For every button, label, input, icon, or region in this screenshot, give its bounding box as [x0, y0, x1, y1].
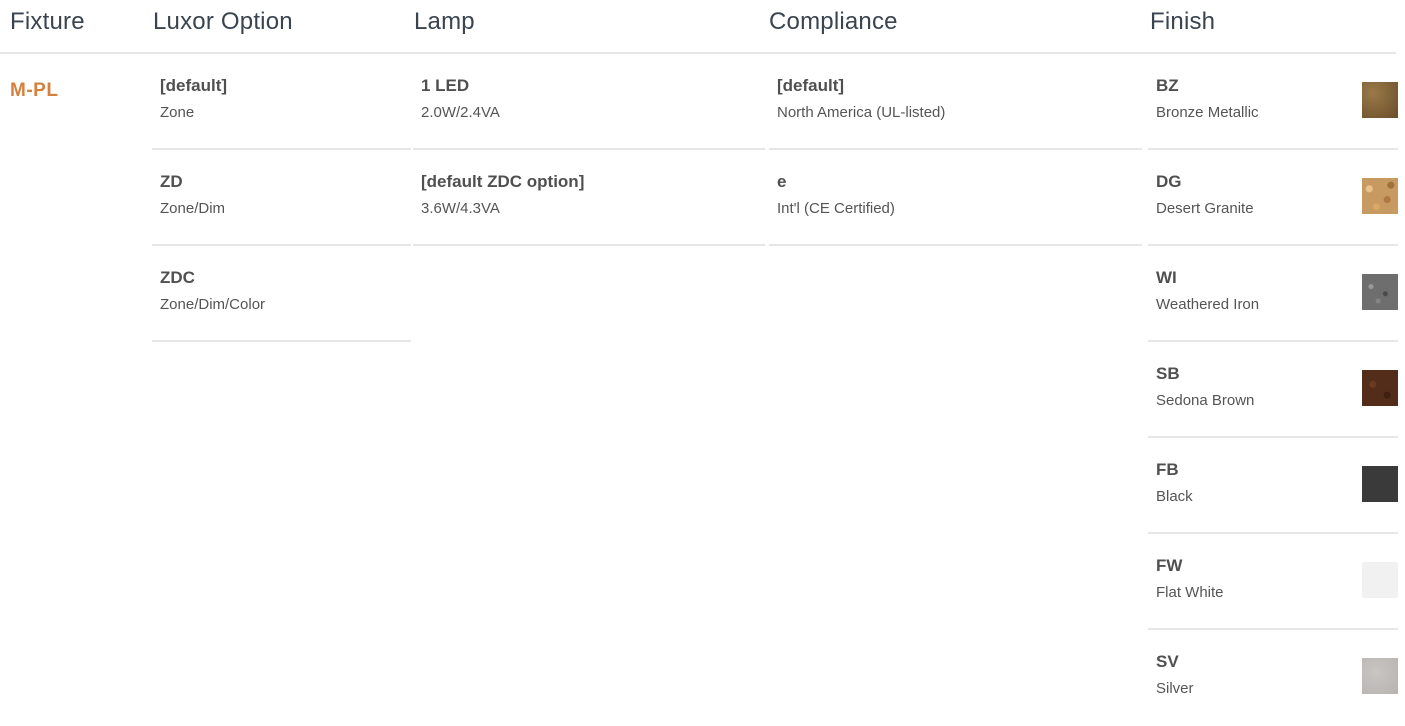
header-finish: Finish [1150, 8, 1216, 35]
finish-item[interactable]: SV Silver [1148, 630, 1398, 726]
finish-code: FB [1156, 460, 1179, 479]
option-desc: Zone [160, 104, 195, 121]
finish-desc: Weathered Iron [1156, 296, 1260, 313]
compliance-column: [default] North America (UL-listed) e In… [769, 54, 1142, 246]
header-compliance: Compliance [769, 8, 898, 35]
luxor-option-column: [default] Zone ZD Zone/Dim ZDC Zone/Dim/… [152, 54, 411, 342]
compliance-code: [default] [777, 76, 845, 95]
finish-swatch-silver [1362, 658, 1398, 694]
finish-code: BZ [1156, 76, 1179, 95]
fixture-code: M-PL [10, 80, 59, 101]
finish-code: SB [1156, 364, 1180, 383]
compliance-item[interactable]: [default] North America (UL-listed) [769, 54, 1142, 150]
header-luxor-option: Luxor Option [153, 8, 293, 35]
compliance-desc: North America (UL-listed) [777, 104, 946, 121]
option-code: ZDC [160, 268, 195, 287]
finish-desc: Sedona Brown [1156, 392, 1255, 409]
finish-item[interactable]: FB Black [1148, 438, 1398, 534]
finish-item[interactable]: SB Sedona Brown [1148, 342, 1398, 438]
finish-swatch-black [1362, 466, 1398, 502]
finish-code: DG [1156, 172, 1182, 191]
option-desc: Zone/Dim/Color [160, 296, 266, 313]
lamp-desc: 2.0W/2.4VA [421, 104, 500, 121]
finish-swatch-white [1362, 562, 1398, 598]
compliance-code: e [777, 172, 787, 191]
luxor-option-item[interactable]: ZDC Zone/Dim/Color [152, 246, 411, 342]
finish-code: FW [1156, 556, 1183, 575]
option-code: ZD [160, 172, 183, 191]
finish-item[interactable]: BZ Bronze Metallic [1148, 54, 1398, 150]
finish-swatch-granite [1362, 178, 1398, 214]
option-code: [default] [160, 76, 228, 95]
compliance-desc: Int'l (CE Certified) [777, 200, 895, 217]
finish-swatch-sedona [1362, 370, 1398, 406]
finish-desc: Silver [1156, 680, 1194, 697]
finish-column: BZ Bronze Metallic DG Desert Granite WI … [1148, 54, 1398, 726]
header-fixture: Fixture [10, 8, 85, 35]
finish-desc: Desert Granite [1156, 200, 1254, 217]
finish-item[interactable]: FW Flat White [1148, 534, 1398, 630]
finish-desc: Bronze Metallic [1156, 104, 1259, 121]
finish-desc: Flat White [1156, 584, 1224, 601]
finish-swatch-bronze [1362, 82, 1398, 118]
finish-code: SV [1156, 652, 1179, 671]
compliance-item[interactable]: e Int'l (CE Certified) [769, 150, 1142, 246]
lamp-item[interactable]: 1 LED 2.0W/2.4VA [413, 54, 765, 150]
lamp-item[interactable]: [default ZDC option] 3.6W/4.3VA [413, 150, 765, 246]
finish-code: WI [1156, 268, 1177, 287]
lamp-desc: 3.6W/4.3VA [421, 200, 500, 217]
luxor-option-item[interactable]: ZD Zone/Dim [152, 150, 411, 246]
option-desc: Zone/Dim [160, 200, 226, 217]
header-lamp: Lamp [414, 8, 475, 35]
finish-desc: Black [1156, 488, 1193, 505]
finish-swatch-iron [1362, 274, 1398, 310]
luxor-option-item[interactable]: [default] Zone [152, 54, 411, 150]
lamp-column: 1 LED 2.0W/2.4VA [default ZDC option] 3.… [413, 54, 765, 246]
lamp-code: [default ZDC option] [421, 172, 585, 191]
lamp-code: 1 LED [421, 76, 470, 95]
finish-item[interactable]: DG Desert Granite [1148, 150, 1398, 246]
finish-item[interactable]: WI Weathered Iron [1148, 246, 1398, 342]
